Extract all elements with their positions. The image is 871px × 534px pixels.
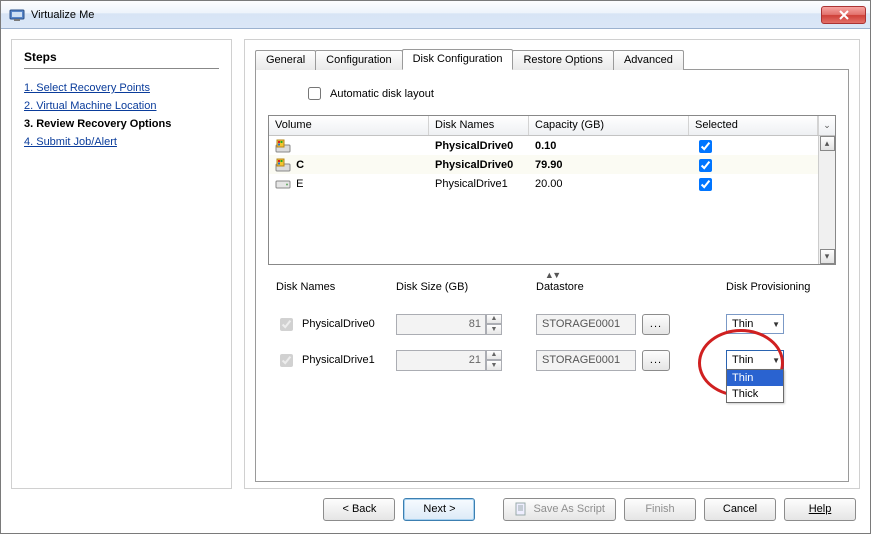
step-3: 3. Review Recovery Options xyxy=(24,115,219,133)
splitter[interactable]: ▲ ▼ xyxy=(268,271,836,279)
scroll-down-icon[interactable]: ▾ xyxy=(820,249,835,264)
capacity: 79.90 xyxy=(529,158,689,171)
help-button[interactable]: Help xyxy=(784,498,856,521)
hdr-disk-names: Disk Names xyxy=(276,281,396,299)
volume-table-header: Volume Disk Names Capacity (GB) Selected… xyxy=(269,116,835,136)
th-capacity[interactable]: Capacity (GB) xyxy=(529,116,689,135)
disk-size-stepper[interactable]: ▲▼ xyxy=(396,350,502,371)
windows-drive-icon xyxy=(275,139,291,153)
hdr-provisioning: Disk Provisioning xyxy=(726,281,836,299)
browse-datastore-button[interactable]: ... xyxy=(642,314,670,335)
datastore-field[interactable] xyxy=(536,314,636,335)
step-2[interactable]: 2. Virtual Machine Location xyxy=(24,97,219,115)
tab-disk-configuration[interactable]: Disk Configuration xyxy=(402,49,514,70)
wizard-footer: < Back Next > Save As Script Finish Canc… xyxy=(1,493,870,533)
tabstrip: General Configuration Disk Configuration… xyxy=(255,48,849,70)
provisioning-combo[interactable]: Thin ▼ xyxy=(726,314,784,334)
disk-name: PhysicalDrive1 xyxy=(429,177,529,190)
chevron-down-icon: ▼ xyxy=(772,320,780,329)
datastore-field[interactable] xyxy=(536,350,636,371)
disk-name-label: PhysicalDrive0 xyxy=(302,318,375,330)
provisioning-dropdown: Thin Thick xyxy=(726,369,784,403)
row-selected-checkbox[interactable] xyxy=(699,140,712,153)
window-title: Virtualize Me xyxy=(31,9,821,21)
finish-button[interactable]: Finish xyxy=(624,498,696,521)
save-as-script-button[interactable]: Save As Script xyxy=(503,498,616,521)
disk-name: PhysicalDrive0 xyxy=(429,158,529,171)
browse-datastore-button[interactable]: ... xyxy=(642,350,670,371)
back-button[interactable]: < Back xyxy=(323,498,395,521)
th-disk[interactable]: Disk Names xyxy=(429,116,529,135)
close-icon xyxy=(839,10,849,20)
tab-general[interactable]: General xyxy=(255,50,316,70)
spin-up-icon[interactable]: ▲ xyxy=(486,314,502,325)
spin-down-icon[interactable]: ▼ xyxy=(486,324,502,335)
disk-size-stepper[interactable]: ▲▼ xyxy=(396,314,502,335)
auto-layout-row: Automatic disk layout xyxy=(304,84,836,103)
table-row[interactable]: PhysicalDrive0 0.10 xyxy=(269,136,818,155)
disk-details: Disk Names PhysicalDrive0 PhysicalDrive1… xyxy=(268,281,836,371)
column-picker-icon[interactable]: ⌄ xyxy=(818,116,835,135)
table-row[interactable]: E PhysicalDrive1 20.00 xyxy=(269,174,818,193)
windows-drive-icon xyxy=(275,158,291,172)
disk-size-input[interactable] xyxy=(396,314,486,335)
steps-pane: Steps 1. Select Recovery Points 2. Virtu… xyxy=(11,39,232,489)
auto-layout-checkbox[interactable] xyxy=(308,87,321,100)
scroll-up-icon[interactable]: ▴ xyxy=(820,136,835,151)
tab-advanced[interactable]: Advanced xyxy=(613,50,684,70)
disk-name: PhysicalDrive0 xyxy=(429,139,529,152)
volume-label: E xyxy=(296,178,303,190)
provisioning-combo[interactable]: Thin ▼ xyxy=(726,350,784,370)
combo-value: Thin xyxy=(732,318,753,330)
option-thick[interactable]: Thick xyxy=(727,386,783,402)
steps-heading: Steps xyxy=(24,50,219,69)
hdr-datastore: Datastore xyxy=(536,281,706,299)
table-row[interactable]: C PhysicalDrive0 79.90 xyxy=(269,155,818,174)
capacity: 20.00 xyxy=(529,177,689,190)
disk-enabled-checkbox xyxy=(280,354,293,367)
tab-configuration[interactable]: Configuration xyxy=(315,50,402,70)
hdd-icon xyxy=(275,177,291,191)
vertical-scrollbar[interactable]: ▴ ▾ xyxy=(818,136,835,264)
titlebar: Virtualize Me xyxy=(1,1,870,29)
hdr-disk-size: Disk Size (GB) xyxy=(396,281,536,299)
chevron-down-icon: ▼ xyxy=(772,356,780,365)
step-1[interactable]: 1. Select Recovery Points xyxy=(24,79,219,97)
volume-label: C xyxy=(296,159,304,171)
th-volume[interactable]: Volume xyxy=(269,116,429,135)
close-button[interactable] xyxy=(821,6,866,24)
row-selected-checkbox[interactable] xyxy=(699,178,712,191)
auto-layout-label: Automatic disk layout xyxy=(330,88,434,100)
capacity: 0.10 xyxy=(529,139,689,152)
row-selected-checkbox[interactable] xyxy=(699,159,712,172)
cancel-button[interactable]: Cancel xyxy=(704,498,776,521)
volume-table: Volume Disk Names Capacity (GB) Selected… xyxy=(268,115,836,265)
disk-name-label: PhysicalDrive1 xyxy=(302,354,375,366)
step-4[interactable]: 4. Submit Job/Alert xyxy=(24,133,219,151)
spin-up-icon[interactable]: ▲ xyxy=(486,350,502,361)
th-selected[interactable]: Selected xyxy=(689,116,818,135)
content-pane: General Configuration Disk Configuration… xyxy=(244,39,860,489)
app-icon xyxy=(9,7,25,23)
option-thin[interactable]: Thin xyxy=(727,370,783,386)
volume-table-body: PhysicalDrive0 0.10 C PhysicalDrive0 xyxy=(269,136,818,264)
tab-body: Automatic disk layout Volume Disk Names … xyxy=(255,70,849,482)
next-button[interactable]: Next > xyxy=(403,498,475,521)
script-icon xyxy=(514,502,528,516)
disk-size-input[interactable] xyxy=(396,350,486,371)
combo-value: Thin xyxy=(732,354,753,366)
tab-restore-options[interactable]: Restore Options xyxy=(512,50,613,70)
spin-down-icon[interactable]: ▼ xyxy=(486,360,502,371)
disk-enabled-checkbox xyxy=(280,318,293,331)
